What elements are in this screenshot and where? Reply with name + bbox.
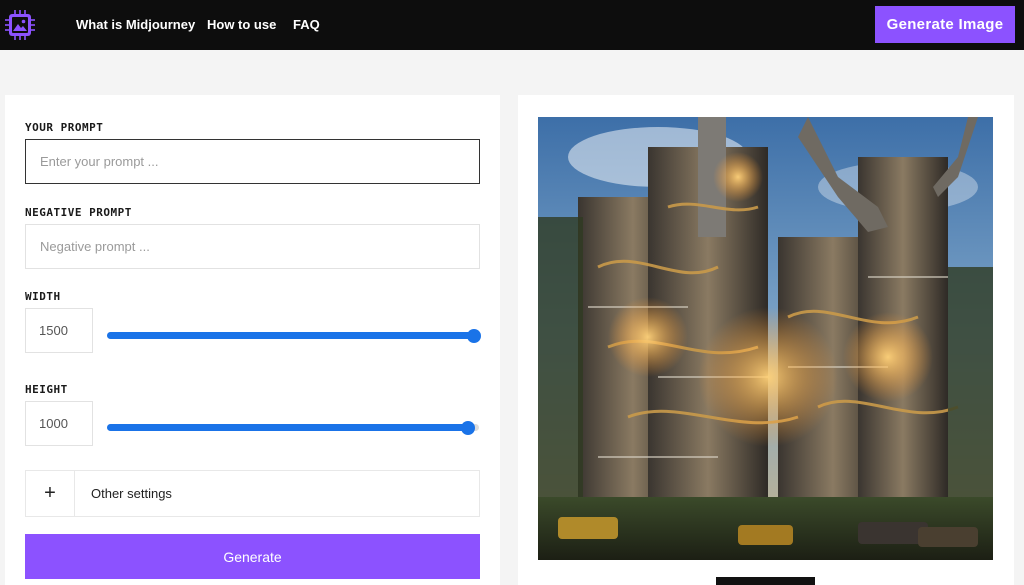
negative-prompt-input[interactable]: [25, 224, 480, 269]
preview-caption-bar: [716, 577, 815, 585]
width-slider-fill: [107, 332, 474, 339]
prompt-label: YOUR PROMPT: [25, 121, 104, 134]
plus-icon[interactable]: +: [26, 471, 75, 516]
width-input[interactable]: [25, 308, 93, 353]
generate-image-button[interactable]: Generate Image: [875, 6, 1015, 43]
height-slider-thumb[interactable]: [460, 420, 475, 435]
width-slider-thumb[interactable]: [467, 328, 481, 343]
logo-icon[interactable]: [4, 9, 36, 41]
width-label: WIDTH: [25, 290, 61, 303]
height-slider[interactable]: [107, 420, 479, 435]
other-settings-label: Other settings: [91, 486, 172, 501]
prompt-input[interactable]: [25, 139, 480, 184]
negative-prompt-label: NEGATIVE PROMPT: [25, 206, 132, 219]
height-slider-fill: [107, 424, 468, 431]
nav-what-is-midjourney[interactable]: What is Midjourney: [76, 17, 195, 32]
height-input[interactable]: [25, 401, 93, 446]
nav-faq[interactable]: FAQ: [293, 17, 320, 32]
height-label: HEIGHT: [25, 383, 68, 396]
generated-image: [538, 117, 993, 560]
top-navbar: What is Midjourney How to use FAQ Genera…: [0, 0, 1024, 50]
other-settings-toggle[interactable]: + Other settings: [25, 470, 480, 517]
width-slider[interactable]: [107, 328, 481, 343]
nav-how-to-use[interactable]: How to use: [207, 17, 276, 32]
generate-button[interactable]: Generate: [25, 534, 480, 579]
